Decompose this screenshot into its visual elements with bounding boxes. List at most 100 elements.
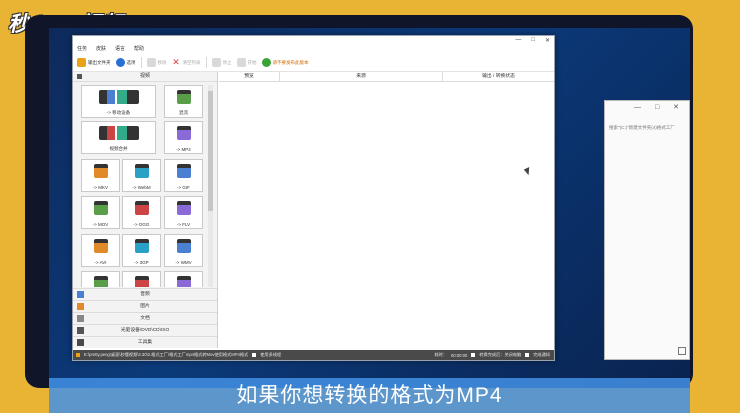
format-tile-3gp[interactable]: -> 3GP: [122, 234, 161, 267]
vob-icon: [134, 276, 149, 287]
format-tile-label: -> MOV: [92, 222, 109, 227]
category-picture[interactable]: 图片: [73, 300, 217, 312]
clear-list-button[interactable]: ✕ 清空列表: [172, 57, 200, 67]
avi-icon: [93, 239, 108, 253]
disc-icon: [77, 327, 84, 334]
background-window-controls[interactable]: — □ ✕: [634, 103, 685, 111]
column-output-status[interactable]: 输出 / 转换状态: [443, 72, 554, 81]
folder-small-icon: [76, 353, 80, 357]
format-tile-webm[interactable]: -> WebM: [122, 159, 161, 192]
mov-icon: [93, 201, 108, 215]
menu-help[interactable]: 帮助: [134, 45, 144, 53]
background-window-corner: [678, 347, 686, 355]
menu-skin[interactable]: 皮肤: [96, 45, 106, 53]
remove-label: 移除: [157, 59, 167, 65]
mouse-cursor-icon: [523, 167, 533, 176]
swf-icon: [176, 276, 191, 287]
start-label: 开始: [247, 59, 257, 65]
format-tile-label: -> 3GP: [134, 260, 149, 265]
format-tile-mp4[interactable]: -> MP4: [164, 121, 203, 154]
remove-icon: [146, 58, 156, 67]
format-tile-label: -> FLV: [176, 222, 191, 227]
format-tile-ogg[interactable]: -> OGG: [122, 196, 161, 229]
format-tile-grid: -> 移动设备 混流视频合并 -> MP4 -> MKV -> WebM -> GIF ->…: [81, 85, 205, 287]
toolbar-divider: [140, 57, 142, 68]
format-tile-mkv[interactable]: -> MKV: [81, 159, 120, 192]
category-list: 音频图片文档光驱设备\DVD\CD\ISO 工具集: [73, 288, 217, 348]
close-button[interactable]: ✕: [545, 37, 550, 44]
category-toolbox[interactable]: 工具集: [73, 336, 217, 348]
format-tile-label: -> WebM: [132, 185, 151, 190]
status-bar: E:\pretty.peng\桌面\秒懂视频\3.30\2.格式工厂\格式工厂m…: [73, 350, 554, 360]
format-tile-avi[interactable]: -> AVI: [81, 234, 120, 267]
category-disc[interactable]: 光驱设备\DVD\CD\ISO: [73, 324, 217, 336]
format-tile-label: -> OGG: [133, 222, 150, 227]
format-tile-mpg[interactable]: [81, 271, 120, 287]
format-tile-label: -> WMV: [175, 260, 192, 265]
format-tile-label: -> MKV: [92, 185, 109, 190]
output-path: E:\pretty.peng\桌面\秒懂视频\3.30\2.格式工厂\格式工厂m…: [84, 352, 249, 357]
promo-link[interactable]: 请不要发布此版本: [261, 58, 309, 67]
format-tile-mux[interactable]: 混流: [164, 85, 203, 118]
minimize-button[interactable]: —: [515, 37, 521, 44]
start-button[interactable]: 开始: [236, 58, 257, 67]
document-icon: [77, 315, 84, 322]
format-tile-wmv[interactable]: -> WMV: [164, 234, 203, 267]
folder-icon: [77, 58, 86, 67]
elapsed-label: 耗时：: [434, 352, 448, 357]
shutdown-checkbox[interactable]: [471, 353, 476, 357]
format-tile-label: 视频合并: [109, 146, 128, 151]
format-tile-label: -> 移动设备: [106, 110, 131, 115]
ogg-icon: [134, 201, 149, 215]
format-tile-swf[interactable]: [164, 271, 203, 287]
category-audio[interactable]: 音频: [73, 288, 217, 300]
format-tile-gif[interactable]: -> GIF: [164, 159, 203, 192]
toolbox-icon: [77, 339, 84, 346]
format-tile-flv[interactable]: -> FLV: [164, 196, 203, 229]
category-label: 图片: [140, 304, 150, 309]
scrollbar-thumb[interactable]: [208, 91, 213, 211]
background-explorer-window[interactable]: — □ ✕ 搜索"(C:)"新建文件夹(4)格式工厂: [604, 100, 690, 360]
video-section-header[interactable]: 视频: [73, 72, 217, 82]
tile-scrollbar[interactable]: [208, 85, 213, 287]
menu-language[interactable]: 语言: [115, 45, 125, 53]
remove-button[interactable]: 移除: [146, 58, 167, 67]
multithread-label: 使用多线程: [260, 352, 282, 357]
format-factory-window: — □ ✕ 任务 皮肤 语言 帮助 输出文件夹 选项 移除 ✕ 清空列表 停止 开…: [72, 35, 555, 361]
subtitle-bar: 如果你想转换的格式为MP4: [49, 378, 690, 413]
maximize-button[interactable]: □: [531, 37, 535, 44]
options-button[interactable]: 选项: [115, 58, 136, 67]
format-tile-mov[interactable]: -> MOV: [81, 196, 120, 229]
category-document[interactable]: 文档: [73, 312, 217, 324]
column-source[interactable]: 来源: [280, 72, 443, 81]
category-label: 光驱设备\DVD\CD\ISO: [120, 328, 170, 333]
stop-button[interactable]: 停止: [211, 58, 232, 67]
category-label: 文档: [140, 316, 150, 321]
task-list-header: 预览 来源 输出 / 转换状态: [219, 72, 554, 82]
task-list[interactable]: 预览 来源 输出 / 转换状态: [219, 72, 554, 348]
menu-task[interactable]: 任务: [77, 45, 87, 53]
mp4-icon: [176, 126, 191, 140]
background-search-input[interactable]: 搜索"(C:)"新建文件夹(4)格式工厂: [609, 123, 685, 133]
promo-label: 请不要发布此版本: [272, 59, 309, 65]
format-tile-label: -> AVI: [94, 260, 107, 265]
elapsed-value: 00:00:00: [451, 352, 468, 358]
column-preview[interactable]: 预览: [219, 72, 280, 81]
format-tile-video-join[interactable]: 视频合并: [81, 121, 156, 154]
options-label: 选项: [126, 59, 136, 65]
audio-icon: [77, 291, 84, 298]
category-label: 工具集: [137, 340, 153, 345]
format-tile-mobile-device[interactable]: -> 移动设备: [81, 85, 156, 118]
format-tile-vob[interactable]: [122, 271, 161, 287]
pin-icon[interactable]: [77, 74, 82, 79]
notify-checkbox[interactable]: [525, 353, 530, 357]
output-folder-button[interactable]: 输出文件夹: [77, 58, 111, 67]
gif-icon: [176, 164, 191, 178]
video-join-icon: [98, 126, 139, 140]
options-icon: [115, 58, 125, 67]
multithread-checkbox[interactable]: [252, 353, 257, 357]
left-panel: 视频 -> 移动设备 混流视频合并 -> MP4 -> MKV -> WebM -> GI…: [73, 72, 218, 348]
clear-list-icon: ✕: [172, 57, 180, 67]
menu-bar: 任务 皮肤 语言 帮助: [77, 45, 144, 53]
format-tile-label: 混流: [179, 110, 188, 115]
